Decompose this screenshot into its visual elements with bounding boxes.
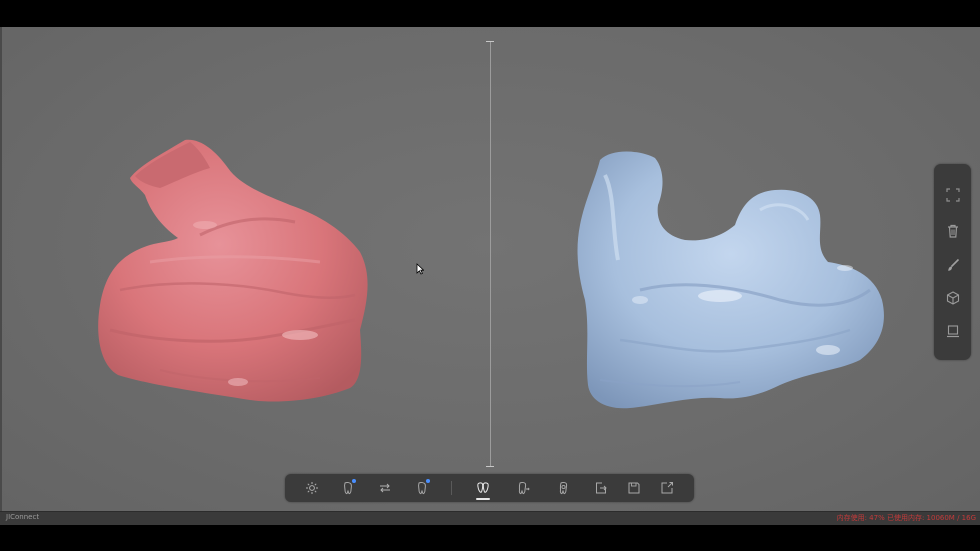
swap-icon xyxy=(380,483,390,493)
active-tool-indicator xyxy=(476,498,490,500)
tooth-left-icon xyxy=(344,481,352,495)
mouse-cursor-icon xyxy=(416,263,424,275)
monitor-icon xyxy=(946,324,959,337)
status-bar: JIConnect 内存使用: 47% 已使用内存: 10060M / 16G xyxy=(0,511,980,525)
letterbox-bottom xyxy=(0,525,980,551)
right-model-button[interactable] xyxy=(411,478,433,498)
trash-icon xyxy=(947,224,958,238)
display-mode-button[interactable] xyxy=(943,321,962,340)
left-model-button[interactable] xyxy=(337,478,359,498)
save-icon xyxy=(628,482,640,494)
right-model-active-dot xyxy=(426,479,430,483)
jaw-compare-button[interactable] xyxy=(472,478,494,498)
toolbar-separator xyxy=(451,481,452,495)
tooth-rotate-icon xyxy=(518,481,530,495)
view-cube-button[interactable] xyxy=(943,288,962,307)
save-button[interactable] xyxy=(623,478,645,498)
export-button[interactable] xyxy=(590,478,612,498)
delete-button[interactable] xyxy=(943,221,962,240)
tooth-align-button[interactable] xyxy=(553,478,575,498)
right-model[interactable] xyxy=(577,151,884,409)
export-icon xyxy=(596,482,607,494)
brush-icon xyxy=(947,258,959,271)
lighting-button[interactable] xyxy=(301,478,323,498)
status-app-name: JIConnect xyxy=(6,513,40,521)
bottom-toolbar xyxy=(285,474,694,502)
tooth-rotate-button[interactable] xyxy=(512,478,534,498)
tooth-align-icon xyxy=(559,481,568,495)
brush-button[interactable] xyxy=(943,255,962,274)
status-memory-text: 内存使用: 47% 已使用内存: 10060M / 16G xyxy=(836,514,976,522)
compare-divider-handle[interactable] xyxy=(484,36,497,472)
blue-crown-body xyxy=(577,151,884,409)
tooth-right-icon xyxy=(418,481,426,495)
share-button[interactable] xyxy=(656,478,678,498)
side-tool-panel xyxy=(934,164,971,360)
swap-models-button[interactable] xyxy=(374,478,396,498)
left-model[interactable] xyxy=(98,139,368,402)
jaw-compare-icon xyxy=(477,482,489,493)
select-region-button[interactable] xyxy=(943,185,962,204)
select-region-icon xyxy=(945,187,960,202)
share-icon xyxy=(661,482,673,494)
cube-icon xyxy=(946,290,959,305)
light-icon xyxy=(306,482,318,494)
left-model-active-dot xyxy=(352,479,356,483)
